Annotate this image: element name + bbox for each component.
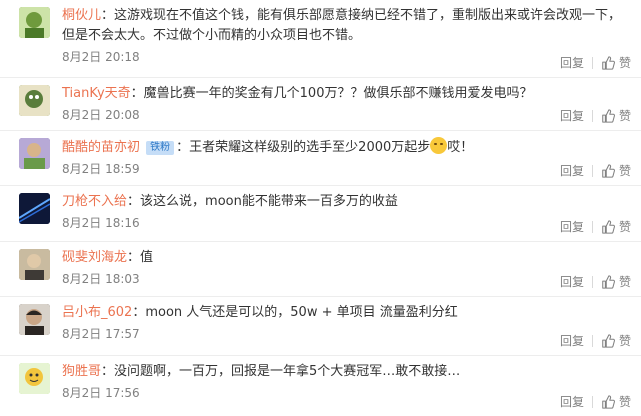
username-link[interactable]: 桐伙儿 (62, 8, 101, 23)
comment-actions: 回复 赞 (560, 54, 631, 71)
reply-button[interactable]: 回复 (560, 332, 584, 349)
comment-text-end: 哎！ (447, 140, 474, 155)
comment-timestamp: 8月2日 20:18 (62, 50, 140, 64)
comment-item: 刀枪不入给：该这么说，moon能不能带来一百多万的收益 8月2日 18:16 回… (0, 186, 641, 242)
comment-actions: 回复 赞 (560, 332, 631, 349)
divider (591, 164, 593, 177)
comment-text: 没问题啊，一百万，回报是一年拿5个大赛冠军…敢不敢接… (114, 364, 461, 379)
comment-item: 吕小布_602：moon 人气还是可以的，50w + 单项目 流量盈利分红 8月… (0, 297, 641, 356)
comment-body: 砚斐刘海龙：值 (62, 250, 154, 265)
comment-text-continued: 但是不会太大。不过做个小而精的小众项目也不错。 (62, 28, 362, 43)
username-link[interactable]: TianKy天奇 (62, 86, 131, 101)
like-button[interactable]: 赞 (619, 218, 631, 235)
comment-body: 酷酷的苗亦初 铁粉 ：王者荣耀这样级别的选手至少2000万起步 哎！ (62, 137, 641, 158)
reply-button[interactable]: 回复 (560, 218, 584, 235)
like-button[interactable]: 赞 (619, 162, 631, 179)
sweat-emoji-icon (430, 137, 448, 154)
comment-item: 狗胜哥：没问题啊，一百万，回报是一年拿5个大赛冠军…敢不敢接… 8月2日 17:… (0, 356, 641, 416)
comment-text: 这游戏现在不值这个钱，能有俱乐部愿意接纳已经不错了，重制版出来或许会改观一下， (114, 8, 622, 23)
username-link[interactable]: 吕小布_602 (62, 305, 132, 320)
comment-body: 刀枪不入给：该这么说，moon能不能带来一百多万的收益 (62, 194, 398, 209)
avatar[interactable] (19, 193, 50, 224)
reply-button[interactable]: 回复 (560, 107, 584, 124)
comment-timestamp: 8月2日 17:57 (62, 327, 140, 341)
like-button[interactable]: 赞 (619, 393, 631, 410)
like-button[interactable]: 赞 (619, 332, 631, 349)
divider (591, 334, 593, 347)
comment-timestamp: 8月2日 17:56 (62, 386, 140, 400)
like-button[interactable]: 赞 (619, 54, 631, 71)
thumbs-up-icon[interactable] (601, 274, 615, 289)
comment-actions: 回复 赞 (560, 107, 631, 124)
comment-body: 吕小布_602：moon 人气还是可以的，50w + 单项目 流量盈利分红 (62, 305, 458, 320)
reply-button[interactable]: 回复 (560, 273, 584, 290)
divider (591, 275, 593, 288)
thumbs-up-icon[interactable] (601, 394, 615, 409)
avatar[interactable] (19, 138, 50, 169)
thumbs-up-icon[interactable] (601, 55, 615, 70)
divider (591, 220, 593, 233)
reply-button[interactable]: 回复 (560, 54, 584, 71)
like-button[interactable]: 赞 (619, 107, 631, 124)
comment-actions: 回复 赞 (560, 162, 631, 179)
avatar[interactable] (19, 85, 50, 116)
avatar[interactable] (19, 249, 50, 280)
comment-actions: 回复 赞 (560, 218, 631, 235)
reply-button[interactable]: 回复 (560, 393, 584, 410)
comment-timestamp: 8月2日 20:08 (62, 108, 140, 122)
thumbs-up-icon[interactable] (601, 333, 615, 348)
reply-button[interactable]: 回复 (560, 162, 584, 179)
comment-item: TianKy天奇：魔兽比赛一年的奖金有几个100万？？做俱乐部不赚钱用爱发电吗？… (0, 78, 641, 131)
username-link[interactable]: 狗胜哥 (62, 364, 101, 379)
username-link[interactable]: 酷酷的苗亦初 (62, 140, 140, 155)
comment-body: TianKy天奇：魔兽比赛一年的奖金有几个100万？？做俱乐部不赚钱用爱发电吗？ (62, 86, 533, 101)
username-link[interactable]: 刀枪不入给 (62, 194, 127, 209)
username-link[interactable]: 砚斐刘海龙 (62, 250, 127, 265)
comment-item: 桐伙儿：这游戏现在不值这个钱，能有俱乐部愿意接纳已经不错了，重制版出来或许会改观… (0, 0, 641, 78)
divider (591, 56, 593, 69)
comment-text: 王者荣耀这样级别的选手至少2000万起步 (189, 140, 431, 155)
comment-item: 砚斐刘海龙：值 8月2日 18:03 回复 赞 (0, 242, 641, 297)
thumbs-up-icon[interactable] (601, 108, 615, 123)
comment-item: 酷酷的苗亦初 铁粉 ：王者荣耀这样级别的选手至少2000万起步 哎！ 8月2日 18… (0, 131, 641, 186)
comment-timestamp: 8月2日 18:16 (62, 216, 140, 230)
avatar[interactable] (19, 7, 50, 38)
comment-actions: 回复 赞 (560, 393, 631, 410)
comment-text: 值 (140, 250, 154, 265)
fan-badge[interactable]: 铁粉 (146, 141, 175, 155)
comment-text: 该这么说，moon能不能带来一百多万的收益 (140, 194, 398, 209)
avatar[interactable] (19, 304, 50, 335)
comment-timestamp: 8月2日 18:59 (62, 162, 140, 176)
avatar[interactable] (19, 363, 50, 394)
like-button[interactable]: 赞 (619, 273, 631, 290)
comment-body: 狗胜哥：没问题啊，一百万，回报是一年拿5个大赛冠军…敢不敢接… (62, 364, 461, 379)
comment-timestamp: 8月2日 18:03 (62, 272, 140, 286)
thumbs-up-icon[interactable] (601, 219, 615, 234)
divider (591, 109, 593, 122)
comment-text: 魔兽比赛一年的奖金有几个100万？？做俱乐部不赚钱用爱发电吗？ (143, 86, 533, 101)
divider (591, 395, 593, 408)
comment-body: 桐伙儿：这游戏现在不值这个钱，能有俱乐部愿意接纳已经不错了，重制版出来或许会改观… (62, 8, 622, 23)
thumbs-up-icon[interactable] (601, 163, 615, 178)
comment-actions: 回复 赞 (560, 273, 631, 290)
comment-text: moon 人气还是可以的，50w + 单项目 流量盈利分红 (145, 305, 458, 320)
